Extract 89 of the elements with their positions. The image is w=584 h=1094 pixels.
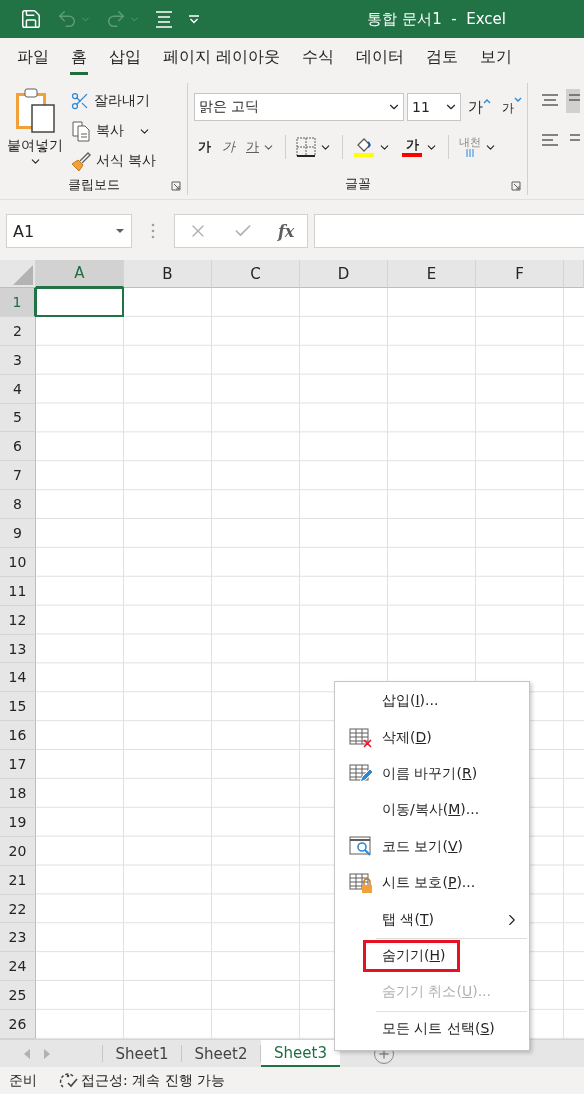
row-header[interactable]: 16 xyxy=(0,721,36,751)
row-header[interactable]: 9 xyxy=(0,519,36,548)
underline-button[interactable]: 가 xyxy=(242,133,279,161)
row-header[interactable]: 17 xyxy=(0,750,36,780)
ribbon-tab[interactable]: 보기 xyxy=(469,47,524,77)
rename-icon xyxy=(349,762,373,785)
ribbon-tab[interactable]: 검토 xyxy=(415,47,470,77)
save-icon[interactable] xyxy=(20,8,42,30)
accessibility-icon xyxy=(59,1071,79,1090)
sheet-tab[interactable]: Sheet3 xyxy=(261,1040,340,1067)
row-header[interactable]: 24 xyxy=(0,952,36,982)
column-header[interactable]: F xyxy=(476,260,564,288)
row-header[interactable]: 6 xyxy=(0,432,36,462)
increase-font-button[interactable]: 가 xyxy=(464,97,495,117)
copy-icon xyxy=(70,120,92,142)
formula-input[interactable] xyxy=(314,214,584,248)
paintbrush-icon xyxy=(70,150,92,172)
insert-function-button[interactable]: fx xyxy=(277,221,295,241)
row-header[interactable]: 4 xyxy=(0,374,36,404)
ribbon-tab[interactable]: 홈 xyxy=(60,47,98,77)
status-mode: 준비 xyxy=(9,1071,37,1090)
row-header[interactable]: 18 xyxy=(0,779,36,808)
decrease-font-button[interactable]: 가 xyxy=(498,97,526,117)
phonetic-marks-icon xyxy=(465,149,475,158)
menu-item[interactable]: 탭 색(T) xyxy=(335,901,529,938)
window-title: 통합 문서1 - Excel xyxy=(367,9,506,29)
group-label: 글꼴 xyxy=(344,175,371,193)
group-label: 클립보드 xyxy=(67,176,120,194)
menu-item[interactable]: 숨기기(H) xyxy=(335,937,529,975)
italic-button[interactable]: 가 xyxy=(218,133,239,161)
cut-button[interactable]: 잘라내기 xyxy=(70,87,157,115)
row-header[interactable]: 25 xyxy=(0,981,36,1011)
accessibility-status[interactable]: 접근성: 계속 진행 가능 xyxy=(59,1071,226,1090)
column-header[interactable]: E xyxy=(388,260,476,288)
dialog-launcher-icon[interactable] xyxy=(511,181,521,191)
row-header[interactable]: 5 xyxy=(0,403,36,433)
ribbon-tab[interactable]: 삽입 xyxy=(98,47,152,77)
row-header[interactable]: 20 xyxy=(0,836,36,866)
protect-sheet-icon xyxy=(349,872,373,895)
menu-item[interactable]: 시트 보호(P)... xyxy=(335,864,529,902)
view-code-icon xyxy=(349,835,373,858)
ribbon-tab[interactable]: 데이터 xyxy=(345,47,416,77)
row-header[interactable]: 10 xyxy=(0,547,36,577)
sheet-tab[interactable]: Sheet1 xyxy=(103,1045,182,1062)
row-header[interactable]: 15 xyxy=(0,692,36,722)
row-header[interactable]: 3 xyxy=(0,345,36,375)
row-header[interactable]: 12 xyxy=(0,605,36,635)
row-header[interactable]: 14 xyxy=(0,663,36,693)
drag-handle-icon[interactable] xyxy=(150,223,156,239)
row-header[interactable]: 7 xyxy=(0,461,36,491)
column-header[interactable]: A xyxy=(36,260,124,288)
row-header[interactable]: 8 xyxy=(0,490,36,520)
copy-button[interactable]: 복사 xyxy=(70,117,157,145)
menu-item[interactable]: 이름 바꾸기(R) xyxy=(335,755,529,793)
row-header[interactable]: 21 xyxy=(0,865,36,895)
fill-color-icon xyxy=(353,136,375,158)
menu-item[interactable]: 삽입(I)... xyxy=(335,683,529,720)
row-header[interactable]: 22 xyxy=(0,894,36,924)
dialog-launcher-icon[interactable] xyxy=(171,181,181,191)
scissors-icon xyxy=(70,91,90,111)
menu-item[interactable]: 코드 보기(V) xyxy=(335,828,529,865)
row-header[interactable]: 19 xyxy=(0,807,36,837)
column-header[interactable]: B xyxy=(124,260,212,288)
ribbon-tab[interactable]: 수식 xyxy=(291,47,346,77)
menu-item[interactable]: 이동/복사(M)... xyxy=(335,792,529,829)
column-header[interactable]: C xyxy=(212,260,300,288)
menu-item[interactable]: 삭제(D) xyxy=(335,719,529,756)
row-header[interactable]: 2 xyxy=(0,316,36,346)
row-header[interactable]: 11 xyxy=(0,576,36,606)
ribbon-tab[interactable]: 파일 xyxy=(6,47,60,77)
menu-icon[interactable] xyxy=(154,10,174,28)
ribbon-tab[interactable]: 페이지 레이아웃 xyxy=(152,47,292,77)
row-header[interactable]: 26 xyxy=(0,1010,36,1039)
delete-sheet-icon xyxy=(349,726,373,749)
font-size-select[interactable]: 11 xyxy=(407,93,461,121)
row-header[interactable]: 13 xyxy=(0,634,36,664)
row-header[interactable]: 1 xyxy=(0,288,36,317)
row-header[interactable]: 23 xyxy=(0,923,36,953)
column-header[interactable]: D xyxy=(300,260,388,288)
active-cell[interactable] xyxy=(35,287,124,317)
align-icon[interactable] xyxy=(540,89,580,113)
clipboard-icon xyxy=(14,87,56,133)
font-color-button[interactable]: 가 xyxy=(398,133,442,161)
paste-button[interactable]: 붙여넣기 xyxy=(0,83,70,175)
font-name-select[interactable]: 맑은 고딕 xyxy=(194,93,404,121)
format-painter-button[interactable]: 서식 복사 xyxy=(70,147,157,175)
name-box[interactable]: A1 xyxy=(6,214,132,248)
bold-button[interactable]: 가 xyxy=(194,133,215,161)
borders-icon xyxy=(296,137,316,157)
